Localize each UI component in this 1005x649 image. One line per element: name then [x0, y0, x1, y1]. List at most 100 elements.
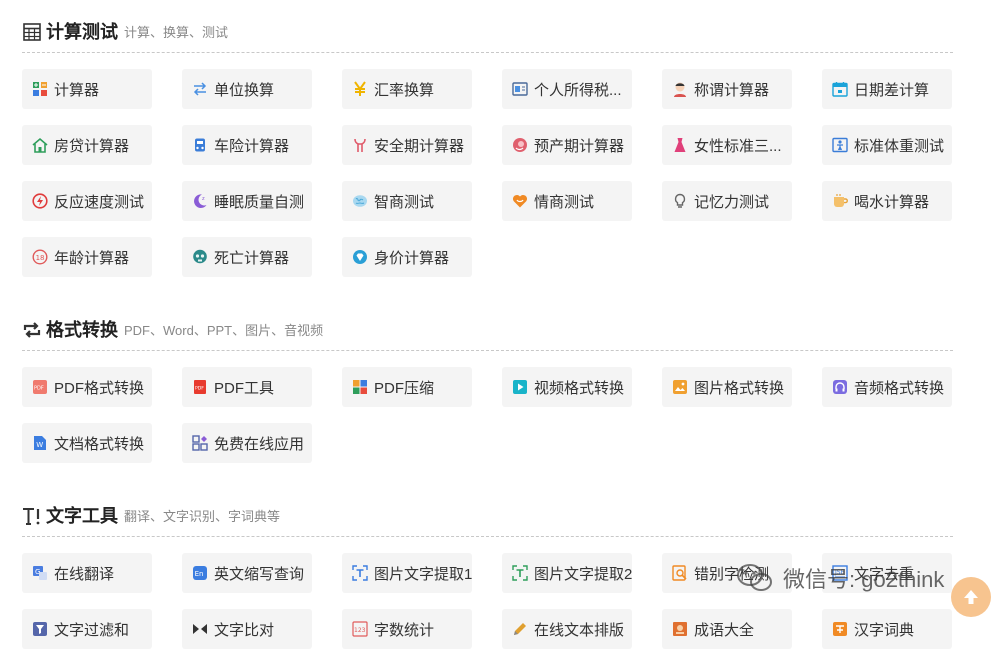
tool-water-calculator[interactable]: 喝水计算器 — [822, 181, 952, 221]
count-icon: 123 — [352, 621, 368, 637]
tool-label: 年龄计算器 — [54, 249, 130, 267]
tool-label: 图片文字提取2 — [534, 565, 632, 583]
tool-grid: G 在线翻译 En 英文缩写查询 图片文字提取1 图片文字提取2 错别字检测 JSE… — [22, 553, 953, 649]
section-header: 文字工具 翻译、文字识别、字词典等 — [22, 498, 953, 537]
dedupe-icon: JSE — [832, 565, 848, 581]
tool-pdf-tools[interactable]: PDF PDF工具 — [182, 367, 312, 407]
baby-icon — [512, 137, 528, 153]
section-text-tools: 文字工具 翻译、文字识别、字词典等 G 在线翻译 En 英文缩写查询 图片文字提取1… — [22, 498, 953, 649]
heart-icon — [512, 193, 528, 209]
cup-icon — [832, 193, 848, 209]
tool-mortgage-calculator[interactable]: 房贷计算器 — [22, 125, 152, 165]
tool-text-dedupe[interactable]: JSE 文字去重 — [822, 553, 952, 593]
tool-label: 字数统计 — [374, 621, 435, 639]
tool-label: 女性标准三... — [694, 137, 782, 155]
tool-date-difference[interactable]: 日期差计算 — [822, 69, 952, 109]
tool-label: 单位换算 — [214, 81, 275, 99]
tool-standard-weight[interactable]: 标准体重测试 — [822, 125, 952, 165]
tool-grid: PDF PDF格式转换 PDF PDF工具 PDF压缩 视频格式转换 图片格式转换 … — [22, 367, 953, 463]
pen-icon — [512, 621, 528, 637]
moon-icon: z — [192, 193, 208, 209]
tool-pdf-conversion[interactable]: PDF PDF格式转换 — [22, 367, 152, 407]
tool-label: 图片格式转换 — [694, 379, 785, 397]
tool-label: 成语大全 — [694, 621, 755, 639]
tool-audio-conversion[interactable]: 音频格式转换 — [822, 367, 952, 407]
brain-icon — [352, 193, 368, 209]
tool-reaction-speed[interactable]: 反应速度测试 — [22, 181, 152, 221]
tool-label: 计算器 — [54, 81, 100, 99]
tool-label: 记忆力测试 — [694, 193, 770, 211]
tool-label: PDF工具 — [214, 379, 275, 397]
tool-memory-test[interactable]: 记忆力测试 — [662, 181, 792, 221]
tool-exchange-rate[interactable]: 汇率换算 — [342, 69, 472, 109]
section-subtitle: 计算、换算、测试 — [124, 25, 229, 40]
tool-net-worth-calculator[interactable]: 身价计算器 — [342, 237, 472, 277]
tool-image-text-extract-1[interactable]: 图片文字提取1 — [342, 553, 472, 593]
tool-due-date[interactable]: 预产期计算器 — [502, 125, 632, 165]
tool-age-calculator[interactable]: 18 年龄计算器 — [22, 237, 152, 277]
section-header: 格式转换 PDF、Word、PPT、图片、音视频 — [22, 312, 953, 351]
magnifier-doc-icon — [672, 565, 688, 581]
section-title: 文字工具 — [46, 506, 118, 526]
tool-pdf-compress[interactable]: PDF压缩 — [342, 367, 472, 407]
tool-car-insurance[interactable]: 车险计算器 — [182, 125, 312, 165]
yen-icon — [352, 81, 368, 97]
tool-chinese-dictionary[interactable]: 汉字词典 — [822, 609, 952, 649]
tool-label: 在线翻译 — [54, 565, 115, 583]
book-icon — [672, 621, 688, 637]
section-calculation-tests: 计算测试 计算、换算、测试 计算器 单位换算 汇率换算 个人所得税... 称谓计… — [22, 14, 953, 277]
house-icon — [32, 137, 48, 153]
scroll-top-button[interactable] — [951, 577, 991, 617]
svg-text:PDF: PDF — [195, 386, 204, 392]
tool-text-filter[interactable]: 文字过滤和 — [22, 609, 152, 649]
svg-text:z: z — [202, 196, 205, 202]
tool-eq-test[interactable]: 情商测试 — [502, 181, 632, 221]
tool-english-abbreviation[interactable]: En 英文缩写查询 — [182, 553, 312, 593]
section-title: 计算测试 — [46, 22, 118, 42]
body-scale-icon — [832, 137, 848, 153]
lightbulb-icon — [672, 193, 688, 209]
svg-text:PDF: PDF — [34, 386, 44, 392]
tool-label: 在线文本排版 — [534, 621, 625, 639]
tool-female-measurements[interactable]: 女性标准三... — [662, 125, 792, 165]
tool-iq-test[interactable]: 智商测试 — [342, 181, 472, 221]
tool-kinship-calculator[interactable]: 称谓计算器 — [662, 69, 792, 109]
tool-text-compare[interactable]: 文字比对 — [182, 609, 312, 649]
tool-label: 视频格式转换 — [534, 379, 625, 397]
headphones-icon — [832, 379, 848, 395]
section-header: 计算测试 计算、换算、测试 — [22, 14, 953, 53]
tool-label: 智商测试 — [374, 193, 435, 211]
tool-image-conversion[interactable]: 图片格式转换 — [662, 367, 792, 407]
tool-grid: 计算器 单位换算 汇率换算 个人所得税... 称谓计算器 日期差计算 房贷计算器… — [22, 69, 953, 277]
calendar-icon — [832, 81, 848, 97]
text-tool-icon — [22, 506, 42, 526]
tool-label: 房贷计算器 — [54, 137, 130, 155]
tool-online-text-layout[interactable]: 在线文本排版 — [502, 609, 632, 649]
tool-unit-conversion[interactable]: 单位换算 — [182, 69, 312, 109]
tool-income-tax[interactable]: 个人所得税... — [502, 69, 632, 109]
tool-free-online-apps[interactable]: 免费在线应用 — [182, 423, 312, 463]
tool-label: 免费在线应用 — [214, 435, 305, 453]
tool-document-conversion[interactable]: W 文档格式转换 — [22, 423, 152, 463]
svg-text:En: En — [195, 570, 204, 578]
tool-video-conversion[interactable]: 视频格式转换 — [502, 367, 632, 407]
tool-typo-check[interactable]: 错别字检测 — [662, 553, 792, 593]
tool-calculator[interactable]: 计算器 — [22, 69, 152, 109]
tool-safe-period[interactable]: 安全期计算器 — [342, 125, 472, 165]
tool-label: 个人所得税... — [534, 81, 622, 99]
tool-image-text-extract-2[interactable]: 图片文字提取2 — [502, 553, 632, 593]
translate-icon: G — [32, 565, 48, 581]
svg-text:18: 18 — [36, 254, 45, 262]
tool-word-count[interactable]: 123 字数统计 — [342, 609, 472, 649]
tool-death-calculator[interactable]: 死亡计算器 — [182, 237, 312, 277]
tool-online-translate[interactable]: G 在线翻译 — [22, 553, 152, 593]
calculator-icon — [32, 81, 48, 97]
tool-idioms[interactable]: 成语大全 — [662, 609, 792, 649]
tool-sleep-quality[interactable]: z 睡眠质量自测 — [182, 181, 312, 221]
person-icon — [672, 81, 688, 97]
repeat-arrows-icon — [22, 320, 42, 340]
tool-label: 错别字检测 — [694, 565, 770, 583]
play-icon — [512, 379, 528, 395]
tool-label: 汉字词典 — [854, 621, 915, 639]
tool-label: 安全期计算器 — [374, 137, 465, 155]
